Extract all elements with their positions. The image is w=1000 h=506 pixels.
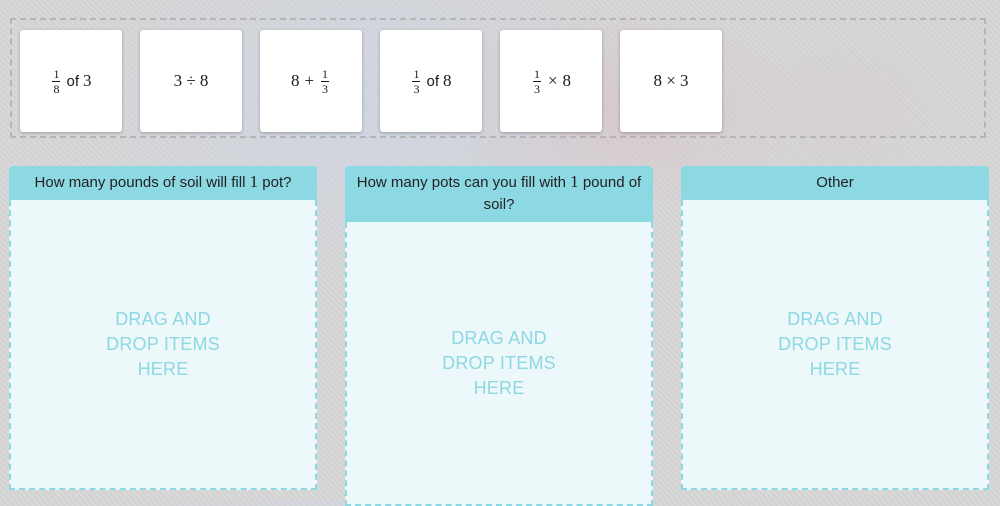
answer-tile-5[interactable]: 1 3 × 8: [500, 30, 602, 132]
fraction: 1 3: [532, 66, 541, 96]
fraction-numerator: 1: [412, 66, 421, 82]
fraction-denominator: 3: [413, 81, 420, 96]
fraction-denominator: 8: [53, 81, 60, 96]
fraction-numerator: 1: [52, 66, 61, 82]
drop-zone[interactable]: DRAG AND DROP ITEMS HERE: [345, 222, 653, 506]
drop-bin-pounds-per-pot[interactable]: How many pounds of soil will fill 1 pot?…: [9, 166, 317, 490]
fraction-numerator: 1: [321, 66, 330, 82]
bin-title-text: How many pounds of soil will fill: [34, 174, 250, 191]
bin-header: How many pots can you fill with 1 pound …: [345, 166, 653, 222]
fraction-numerator: 1: [532, 66, 541, 82]
drop-hint: DRAG AND DROP ITEMS HERE: [778, 308, 892, 379]
tile-number: 8: [290, 71, 300, 90]
drop-bin-pots-per-pound[interactable]: How many pots can you fill with 1 pound …: [345, 166, 653, 506]
tile-operator: ×: [547, 71, 558, 90]
tile-expression: 8 × 3: [653, 71, 689, 90]
tile-number: 8: [562, 71, 572, 90]
drop-hint: DRAG AND DROP ITEMS HERE: [442, 327, 556, 398]
answer-tile-4[interactable]: 1 3 of 8: [380, 30, 482, 132]
drop-bin-other[interactable]: Other DRAG AND DROP ITEMS HERE: [681, 166, 989, 490]
bin-header: How many pounds of soil will fill 1 pot?: [9, 166, 317, 200]
tile-operator: +: [304, 71, 315, 90]
answer-tile-3[interactable]: 8 + 1 3: [260, 30, 362, 132]
bin-title-text: How many pots can you fill with: [356, 174, 571, 191]
fraction: 1 3: [321, 66, 330, 96]
fraction-denominator: 3: [322, 81, 329, 96]
drop-hint: DRAG AND DROP ITEMS HERE: [106, 308, 220, 379]
tile-word: of: [66, 72, 79, 90]
bin-title-number: 1: [249, 172, 259, 191]
drop-zone[interactable]: DRAG AND DROP ITEMS HERE: [9, 200, 317, 490]
answer-tray: 1 8 of 3 3 ÷ 8 8 + 1 3 1 3 of 8 1 3 × 8: [10, 18, 986, 138]
fraction: 1 3: [412, 66, 421, 96]
fraction-denominator: 3: [533, 81, 540, 96]
tile-expression: 3 ÷ 8: [173, 71, 209, 90]
bin-title-number: 1: [570, 172, 579, 191]
drop-zone[interactable]: DRAG AND DROP ITEMS HERE: [681, 200, 989, 490]
bin-title-text: Other: [816, 174, 854, 191]
tile-number: 3: [83, 71, 92, 90]
answer-tile-6[interactable]: 8 × 3: [620, 30, 722, 132]
fraction: 1 8: [52, 66, 61, 96]
bin-title-text: pot?: [258, 174, 292, 191]
answer-tile-2[interactable]: 3 ÷ 8: [140, 30, 242, 132]
bin-header: Other: [681, 166, 989, 200]
answer-tile-1[interactable]: 1 8 of 3: [20, 30, 122, 132]
tile-number: 8: [443, 71, 452, 90]
tile-word: of: [426, 72, 439, 90]
